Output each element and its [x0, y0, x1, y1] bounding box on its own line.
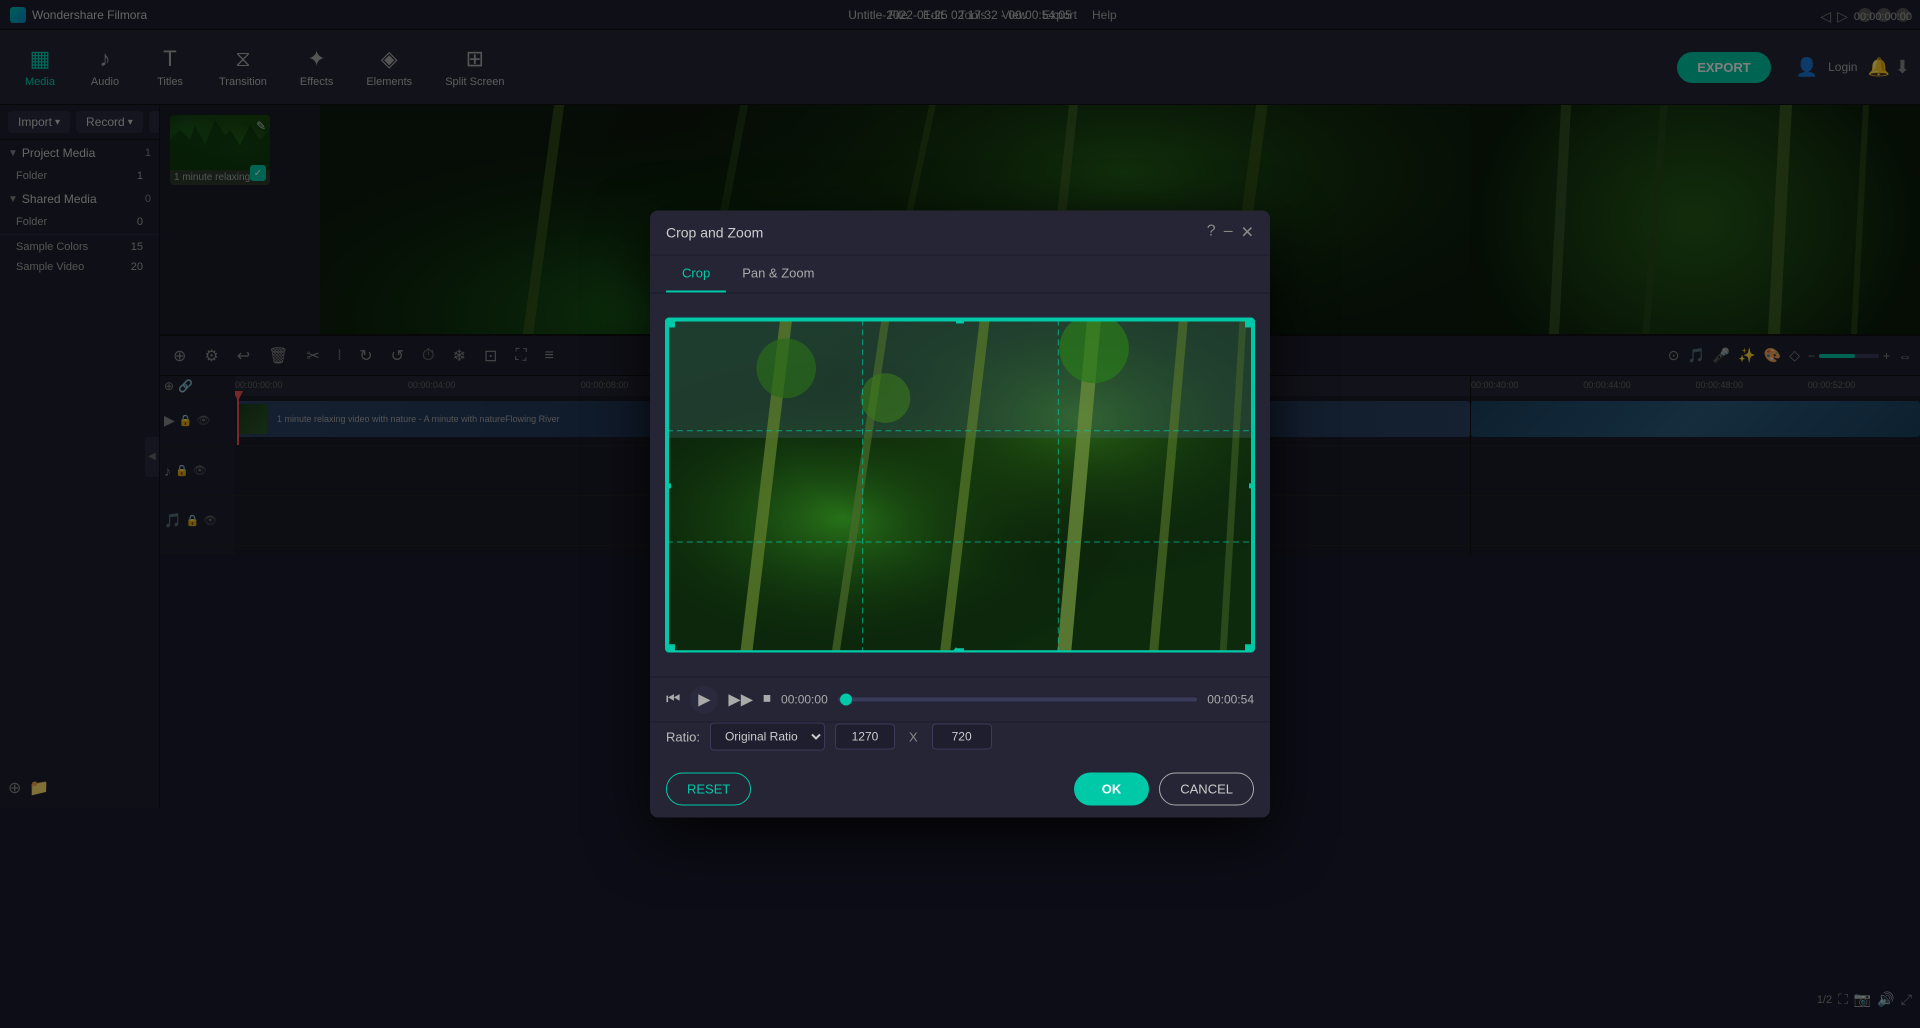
dialog-title: Crop and Zoom [666, 225, 763, 241]
dialog-action-buttons: OK CANCEL [1074, 773, 1254, 806]
width-input[interactable] [835, 724, 895, 750]
dialog-preview[interactable] [665, 318, 1255, 653]
ratio-select[interactable]: Original Ratio 16:9 4:3 1:1 [710, 723, 825, 751]
dialog-close-icon[interactable]: ✕ [1241, 223, 1254, 243]
step-forward-button[interactable]: ▶▶ [728, 690, 753, 710]
tab-pan-zoom[interactable]: Pan & Zoom [726, 256, 830, 293]
step-back-button[interactable]: ⏮ [666, 691, 680, 709]
playback-time-start: 00:00:00 [781, 693, 828, 707]
dialog-ratio-controls: Ratio: Original Ratio 16:9 4:3 1:1 X [650, 723, 1270, 761]
playback-progress-bar[interactable] [838, 698, 1198, 702]
dialog-header: Crop and Zoom ? – ✕ [650, 211, 1270, 256]
crop-and-zoom-dialog: Crop and Zoom ? – ✕ Crop Pan & Zoom [650, 211, 1270, 818]
dialog-playback: ⏮ ▶ ▶▶ ⏹ 00:00:00 00:00:54 [650, 677, 1270, 723]
dialog-header-controls: ? – ✕ [1207, 223, 1254, 243]
ratio-label: Ratio: [666, 729, 700, 744]
playback-time-end: 00:00:54 [1207, 693, 1254, 707]
playback-dot [840, 694, 852, 706]
tab-pan-zoom-label: Pan & Zoom [742, 266, 814, 281]
x-separator: X [905, 729, 922, 744]
dialog-help-icon[interactable]: ? [1207, 223, 1216, 243]
dialog-tabs: Crop Pan & Zoom [650, 256, 1270, 294]
play-pause-button[interactable]: ▶ [690, 686, 718, 714]
ok-button[interactable]: OK [1074, 773, 1150, 806]
stop-button[interactable]: ⏹ [763, 691, 771, 709]
tab-crop[interactable]: Crop [666, 256, 726, 293]
cancel-button[interactable]: CANCEL [1159, 773, 1254, 806]
dialog-preview-container [650, 294, 1270, 677]
dialog-footer: RESET OK CANCEL [650, 761, 1270, 818]
dialog-minimize-icon[interactable]: – [1224, 223, 1233, 243]
tab-crop-label: Crop [682, 266, 710, 281]
reset-button[interactable]: RESET [666, 773, 751, 806]
height-input[interactable] [932, 724, 992, 750]
